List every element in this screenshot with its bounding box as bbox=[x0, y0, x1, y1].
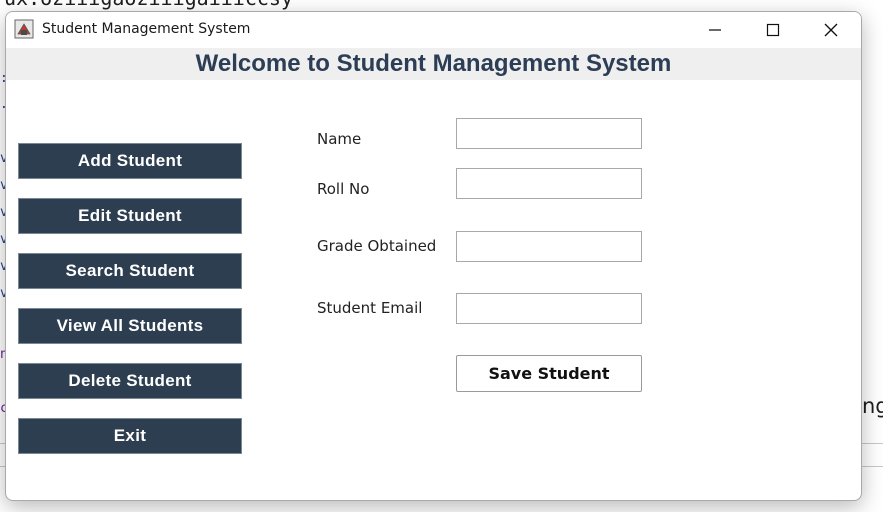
roll-no-field[interactable] bbox=[456, 168, 642, 199]
maximize-icon bbox=[766, 23, 780, 37]
title-bar[interactable]: Student Management System bbox=[6, 12, 861, 48]
close-icon bbox=[824, 23, 838, 37]
student-email-field[interactable] bbox=[456, 293, 642, 324]
minimize-icon bbox=[709, 29, 721, 31]
add-student-button[interactable]: Add Student bbox=[18, 143, 242, 179]
background-side-text: ng bbox=[862, 394, 883, 418]
roll-no-label: Roll No bbox=[317, 180, 370, 198]
delete-student-button[interactable]: Delete Student bbox=[18, 363, 242, 399]
java-app-icon bbox=[14, 19, 34, 39]
app-window: Student Management System Welcome to Stu… bbox=[5, 11, 862, 501]
exit-button[interactable]: Exit bbox=[18, 418, 242, 454]
background-code-line: ux.oziiigaoziiigaiiiccsy bbox=[4, 0, 293, 10]
search-student-button[interactable]: Search Student bbox=[18, 253, 242, 289]
save-student-button[interactable]: Save Student bbox=[456, 355, 642, 392]
name-label: Name bbox=[317, 130, 362, 148]
view-all-students-button[interactable]: View All Students bbox=[18, 308, 242, 344]
page-title: Welcome to Student Management System bbox=[195, 50, 672, 77]
window-title: Student Management System bbox=[42, 21, 251, 37]
grade-obtained-field[interactable] bbox=[456, 231, 642, 262]
grade-obtained-label: Grade Obtained bbox=[317, 237, 437, 255]
close-button[interactable] bbox=[802, 12, 860, 48]
minimize-button[interactable] bbox=[686, 12, 744, 48]
name-field[interactable] bbox=[456, 118, 642, 149]
maximize-button[interactable] bbox=[744, 12, 802, 48]
edit-student-button[interactable]: Edit Student bbox=[18, 198, 242, 234]
student-email-label: Student Email bbox=[317, 299, 423, 317]
